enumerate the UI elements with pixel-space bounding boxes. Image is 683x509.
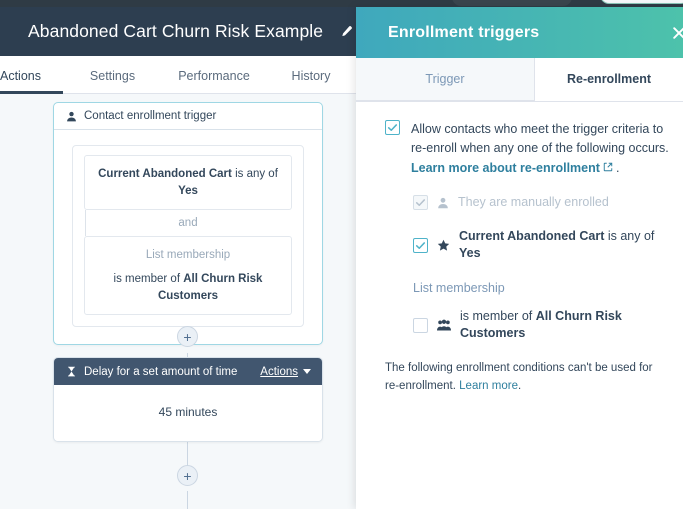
re-enrollment-note-punct: . bbox=[517, 380, 522, 393]
contact-icon bbox=[66, 111, 77, 122]
app-header: Abandoned Cart Churn Risk Example bbox=[0, 7, 356, 56]
delay-card-header: Delay for a set amount of time Actions bbox=[54, 358, 322, 385]
allow-re-enroll-row: Allow contacts who meet the trigger crit… bbox=[356, 120, 683, 178]
connector-line-4 bbox=[187, 491, 188, 509]
filter-value: Yes bbox=[178, 184, 198, 197]
tab-trigger-label: Trigger bbox=[425, 72, 465, 86]
trigger-card-header: Contact enrollment trigger bbox=[54, 103, 322, 130]
list-membership-operator: is member of bbox=[460, 308, 536, 323]
option-abandoned-cart-operator: is any of bbox=[604, 228, 655, 243]
option-manually-enrolled-checkbox bbox=[413, 195, 428, 211]
tab-settings[interactable]: Settings bbox=[63, 69, 162, 93]
enrollment-triggers-panel: Enrollment triggers Trigger Re-enrollmen… bbox=[356, 7, 683, 509]
learn-more-link[interactable]: Learn more bbox=[459, 380, 518, 392]
workflow-app: Abandoned Cart Churn Risk Example Action… bbox=[0, 7, 356, 509]
list-filter-label: List membership bbox=[145, 249, 231, 262]
option-abandoned-cart-text: Current Abandoned Cart is any of Yes bbox=[459, 228, 673, 263]
tab-re-enrollment-label: Re-enrollment bbox=[566, 72, 652, 86]
panel-body: Allow contacts who meet the trigger crit… bbox=[356, 102, 683, 395]
delay-actions-dropdown[interactable]: Actions bbox=[260, 366, 311, 378]
screen-root: Abandoned Cart Churn Risk Example Action… bbox=[0, 0, 683, 509]
option-manually-enrolled-label: They are manually enrolled bbox=[458, 195, 609, 210]
filter-group: Current Abandoned Cart is any of Yes and… bbox=[72, 145, 304, 328]
browser-tab-active[interactable] bbox=[600, 0, 683, 4]
option-abandoned-cart-value: Yes bbox=[459, 246, 481, 261]
list-membership-heading: List membership bbox=[413, 280, 505, 295]
contact-icon bbox=[437, 197, 449, 209]
tab-history[interactable]: History bbox=[266, 69, 356, 93]
list-filter-operator: is member of bbox=[113, 273, 181, 286]
filter-row-list-membership[interactable]: List membership is member of All Churn R… bbox=[84, 236, 292, 316]
allow-re-enroll-line1: Allow contacts who meet the trigger crit… bbox=[411, 122, 664, 136]
tab-history-label: History bbox=[291, 69, 331, 83]
tab-settings-label: Settings bbox=[89, 69, 136, 83]
allow-re-enroll-checkbox[interactable] bbox=[385, 120, 400, 135]
delay-actions-label: Actions bbox=[260, 365, 298, 378]
add-action-button-1[interactable]: + bbox=[177, 326, 198, 347]
browser-tab-inactive[interactable] bbox=[452, 0, 572, 6]
plus-icon: + bbox=[183, 467, 192, 484]
pencil-icon[interactable] bbox=[339, 25, 353, 39]
page-title: Abandoned Cart Churn Risk Example bbox=[28, 21, 324, 41]
filter-property-name: Current Abandoned Cart bbox=[98, 168, 232, 180]
close-icon[interactable] bbox=[671, 25, 683, 41]
hourglass-icon bbox=[66, 366, 77, 377]
delay-card-header-label: Delay for a set amount of time bbox=[84, 365, 238, 378]
conjunction-stem bbox=[85, 210, 86, 237]
chevron-down-icon bbox=[303, 369, 311, 374]
panel-title: Enrollment triggers bbox=[388, 23, 540, 41]
option-list-membership-row: is member of All Churn Risk Customers bbox=[356, 308, 683, 343]
plus-icon: + bbox=[183, 328, 192, 345]
re-enrollment-note: The following enrollment conditions can'… bbox=[356, 359, 683, 396]
list-filter-expression: is member of All Churn Risk Customers bbox=[93, 271, 283, 304]
trigger-card-body: Current Abandoned Cart is any of Yes and… bbox=[54, 130, 322, 344]
delay-action-card[interactable]: Delay for a set amount of time Actions 4… bbox=[53, 357, 323, 442]
option-manually-enrolled-row: They are manually enrolled bbox=[356, 194, 683, 212]
tab-performance-label: Performance bbox=[178, 69, 250, 83]
delay-card-value: 45 minutes bbox=[54, 385, 322, 441]
option-abandoned-cart-row: Current Abandoned Cart is any of Yes bbox=[356, 228, 683, 263]
star-icon bbox=[437, 239, 450, 252]
tab-actions[interactable]: Actions bbox=[0, 69, 63, 94]
add-action-button-2[interactable]: + bbox=[177, 465, 198, 486]
option-abandoned-cart-property: Current Abandoned Cart bbox=[459, 228, 605, 243]
tab-actions-label: Actions bbox=[0, 69, 41, 83]
browser-chrome-strip bbox=[0, 0, 683, 7]
filter-operator: is any of bbox=[235, 168, 278, 180]
tab-performance[interactable]: Performance bbox=[162, 69, 266, 93]
option-list-membership-text: is member of All Churn Risk Customers bbox=[460, 308, 673, 343]
allow-re-enroll-line2: re-enroll when any one of the following … bbox=[411, 141, 669, 156]
filter-conjunction: and bbox=[84, 210, 292, 237]
option-abandoned-cart-checkbox[interactable] bbox=[413, 237, 428, 253]
contact-enrollment-trigger-card[interactable]: Contact enrollment trigger Current Aband… bbox=[53, 102, 323, 346]
option-list-membership-checkbox[interactable] bbox=[413, 317, 428, 333]
panel-header: Enrollment triggers bbox=[356, 7, 683, 58]
workflow-canvas: Contact enrollment trigger Current Aband… bbox=[0, 94, 356, 509]
list-members-icon bbox=[437, 319, 451, 332]
tab-re-enrollment[interactable]: Re-enrollment bbox=[535, 58, 683, 101]
tab-trigger[interactable]: Trigger bbox=[356, 58, 535, 101]
app-tab-bar: Actions Settings Performance History bbox=[0, 56, 356, 94]
filter-row-property[interactable]: Current Abandoned Cart is any of Yes bbox=[84, 155, 292, 211]
panel-tab-bar: Trigger Re-enrollment bbox=[356, 58, 683, 102]
allow-re-enroll-punct: . bbox=[615, 160, 620, 175]
trigger-card-header-label: Contact enrollment trigger bbox=[84, 110, 217, 122]
external-link-icon[interactable] bbox=[603, 162, 613, 172]
allow-re-enroll-text: Allow contacts who meet the trigger crit… bbox=[411, 120, 673, 178]
learn-more-re-enrollment-link[interactable]: Learn more about re-enrollment bbox=[411, 161, 600, 175]
filter-conjunction-label: and bbox=[178, 217, 198, 230]
